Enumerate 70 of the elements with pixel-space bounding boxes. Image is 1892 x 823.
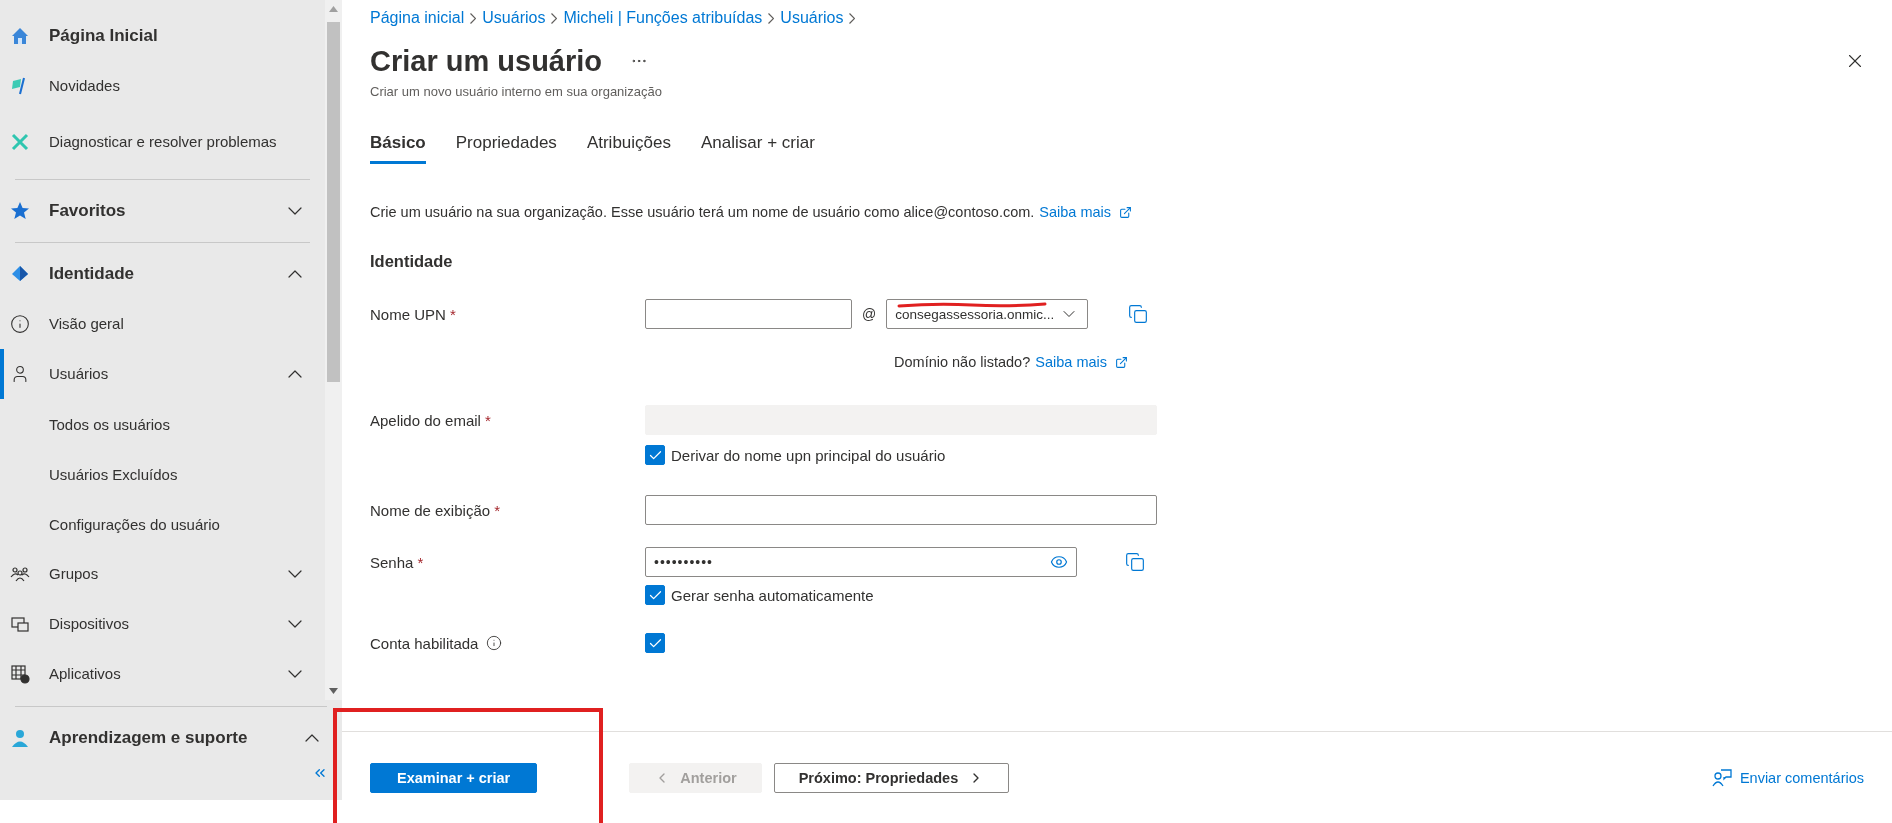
external-link-icon [1115, 355, 1128, 369]
nav-subitem[interactable]: Configurações do usuário [0, 499, 325, 549]
tab[interactable]: Propriedades [455, 133, 557, 164]
nav-item[interactable]: Aprendizagem e suporte [0, 713, 342, 763]
field-label: Apelido do email * [370, 411, 491, 429]
password-input[interactable]: •••••••••• [645, 547, 1077, 577]
intro-text: Crie um usuário na sua organização. Esse usuário terá um nome de usuário como alice@contoso.com. [370, 204, 1035, 220]
home-icon [10, 26, 30, 46]
nav-item[interactable]: Favoritos [0, 186, 325, 236]
devices-icon [10, 614, 30, 634]
chevron-right-icon [768, 12, 775, 24]
nav-item[interactable]: Aplicativos [0, 649, 325, 699]
nav-item[interactable]: Visão geral [0, 299, 325, 349]
field-label: Senha * [370, 553, 424, 571]
info-icon [486, 635, 503, 651]
nav-item[interactable]: Novidades [0, 61, 325, 111]
upn-input[interactable] [645, 299, 852, 329]
domain-dropdown[interactable]: consegassessoria.onmic... [886, 299, 1089, 329]
nav-item[interactable]: Grupos [0, 549, 325, 599]
tab[interactable]: Analisar + criar [701, 133, 815, 164]
learn-more-link[interactable]: Saiba mais [1035, 354, 1128, 370]
group-icon [10, 564, 30, 584]
feedback-icon [1711, 767, 1732, 788]
person-icon [10, 728, 30, 748]
field-label: Nome UPN * [370, 305, 456, 323]
breadcrumb-link[interactable]: Página inicial [370, 9, 465, 27]
feedback-link[interactable]: Enviar comentários [1711, 767, 1864, 788]
next-button[interactable]: Próximo: Propriedades [773, 762, 1010, 793]
eye-icon[interactable] [1050, 553, 1068, 571]
nav-subitem[interactable]: Todos os usuários [0, 399, 325, 449]
chevron-right-icon [849, 12, 856, 24]
tab[interactable]: Básico [370, 133, 426, 164]
tools-icon [10, 132, 30, 152]
copy-icon [1128, 304, 1149, 324]
copy-icon [1125, 552, 1145, 572]
hint-text: Domínio não listado? [894, 354, 1031, 370]
section-title: Identidade [370, 252, 454, 271]
tab[interactable]: Atribuições [586, 133, 671, 164]
checkbox-label: Derivar do nome upn principal do usuário [671, 446, 946, 464]
review-create-button[interactable]: Examinar + criar [370, 762, 538, 793]
field-label: Conta habilitada [370, 634, 479, 652]
checkbox[interactable] [645, 585, 665, 605]
copy-button[interactable] [1128, 304, 1149, 324]
chevron-right-icon [470, 12, 477, 24]
star-icon [10, 201, 30, 221]
external-link-icon [1119, 205, 1133, 219]
scroll-down-icon[interactable] [329, 688, 338, 694]
checkbox[interactable] [645, 633, 665, 653]
nav-item[interactable]: Diagnosticar e resolver problemas [0, 111, 325, 173]
info-icon [10, 314, 30, 334]
page-title: Criar um usuário [370, 44, 603, 78]
breadcrumb-link[interactable]: Micheli | Funções atribuídas [563, 9, 763, 27]
nav-subitem[interactable]: Usuários Excluídos [0, 449, 325, 499]
nav-item[interactable]: Página Inicial [0, 11, 325, 61]
apps-icon [10, 664, 30, 684]
nav-item[interactable]: Identidade [0, 249, 325, 299]
checkbox-label: Gerar senha automaticamente [671, 586, 874, 604]
at-sign: @ [862, 306, 877, 322]
copy-button[interactable] [1125, 552, 1145, 572]
learn-more-link[interactable]: Saiba mais [1039, 204, 1133, 220]
scroll-up-icon[interactable] [329, 6, 338, 12]
page-subtitle: Criar um novo usuário interno em sua organização [370, 84, 663, 99]
breadcrumb-link[interactable]: Usuários [482, 9, 546, 27]
field-label: Nome de exibição * [370, 501, 501, 519]
nav-item[interactable]: Dispositivos [0, 599, 325, 649]
breadcrumb-link[interactable]: Usuários [780, 9, 844, 27]
diamond-icon [10, 264, 30, 284]
scrollbar[interactable] [325, 0, 342, 700]
text-input[interactable] [645, 495, 1157, 525]
chevron-right-icon [551, 12, 558, 24]
